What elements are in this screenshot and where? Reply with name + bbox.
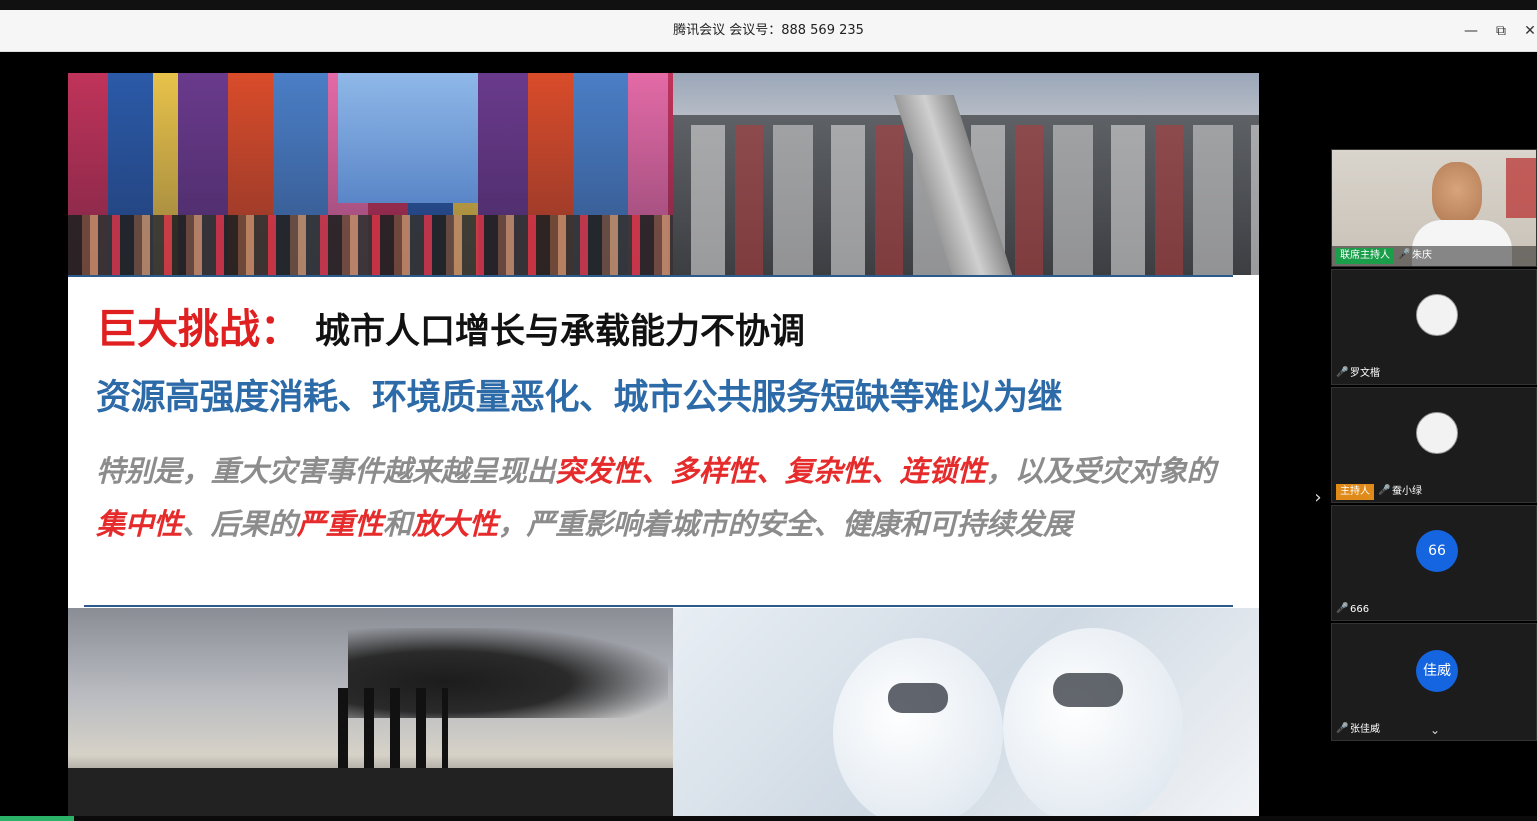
participant-name-row: 主持人 🎤 蚕小绿 [1332,482,1536,502]
avatar: 佳威 [1416,650,1458,692]
medical-workers-photo [673,608,1259,818]
avatar: 66 [1416,530,1458,572]
mic-off-icon: 🎤 [1336,723,1349,734]
street-crowd-photo [68,73,673,275]
window-title: 腾讯会议 会议号：888 569 235 [673,23,864,38]
para-text: 和 [383,507,412,541]
para-highlight: 集中性 [96,507,183,541]
participant-tile[interactable]: 联席主持人 🎤 朱庆 [1331,149,1537,267]
restore-icon[interactable]: ⧉ [1490,20,1512,42]
participant-name-row: 🎤 罗文楷 [1332,364,1536,384]
para-highlight: 突发性 [555,454,642,488]
slide-subheadline: 资源高强度消耗、环境质量恶化、城市公共服务短缺等难以为继 [96,378,1063,418]
minimize-icon[interactable]: — [1460,20,1482,42]
host-badge: 主持人 [1336,484,1374,500]
para-text: ，严重影响着城市的安全、健康和可持续发展 [497,507,1072,541]
bottom-bar [0,816,1537,821]
para-highlight: 多样性 [670,454,757,488]
participant-tile[interactable]: 主持人 🎤 蚕小绿 [1331,387,1537,503]
para-text: ，以及受灾对象的 [985,454,1216,488]
status-indicator [0,816,74,821]
divider-line [84,605,1233,607]
top-strip [0,0,1537,10]
title-bar: 腾讯会议 会议号：888 569 235 — ⧉ ✕ [0,10,1537,52]
participant-name: 张佳威 [1350,724,1380,735]
participant-tile[interactable]: 66 🎤 666 [1331,505,1537,621]
para-text: 、后果的 [182,507,297,541]
presentation-slide: 巨大挑战： 城市人口增长与承载能力不协调 资源高强度消耗、环境质量恶化、城市公共服… [68,73,1259,818]
factory-smoke-photo [68,608,673,818]
video-feed [1432,162,1482,224]
slide-headline: 巨大挑战： 城市人口增长与承载能力不协调 [96,295,805,355]
participant-name: 朱庆 [1412,250,1432,261]
para-text: 特别是，重大灾害事件越来越呈现出 [96,454,556,488]
participant-name: 蚕小绿 [1392,486,1422,497]
participant-name-row: 🎤 666 [1332,600,1536,620]
shared-screen-stage: 巨大挑战： 城市人口增长与承载能力不协调 资源高强度消耗、环境质量恶化、城市公共服… [0,53,1537,821]
para-highlight: 严重性 [296,507,384,541]
participant-name: 罗文楷 [1350,368,1380,379]
traffic-jam-photo [673,73,1259,275]
para-highlight: 、 [756,454,785,488]
avatar [1416,294,1458,336]
divider-line [68,275,1233,277]
para-highlight: 放大性 [411,507,498,541]
chevron-down-icon[interactable]: ⌄ [1427,722,1443,738]
para-highlight: 连锁性 [899,454,986,488]
headline-highlight: 巨大挑战： [96,305,301,353]
slide-paragraph: 特别是，重大灾害事件越来越呈现出突发性、多样性、复杂性、连锁性，以及受灾对象的集… [96,445,1236,551]
participant-tile[interactable]: 🎤 罗文楷 [1331,269,1537,385]
para-highlight: 、 [870,454,900,488]
para-highlight: 复杂性 [784,454,871,488]
chevron-right-icon[interactable]: › [1308,488,1328,508]
mic-icon: 🎤 [1398,249,1411,260]
participant-name-row: 联席主持人 🎤 朱庆 [1332,246,1536,266]
mic-off-icon: 🎤 [1336,603,1349,614]
mic-off-icon: 🎤 [1378,485,1391,496]
close-icon[interactable]: ✕ [1519,20,1537,42]
avatar [1416,412,1458,454]
participant-name: 666 [1350,604,1370,615]
cohost-badge: 联席主持人 [1336,248,1394,264]
mic-off-icon: 🎤 [1336,367,1349,378]
headline-text: 城市人口增长与承载能力不协调 [315,312,806,352]
participant-tile[interactable]: 佳威 🎤 张佳威 ⌄ [1331,623,1537,741]
para-highlight: 、 [641,454,671,488]
